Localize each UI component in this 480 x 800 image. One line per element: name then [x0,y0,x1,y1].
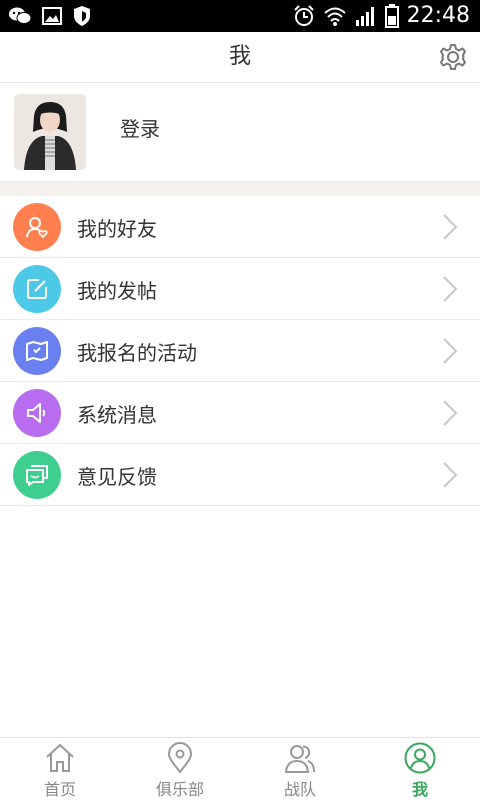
login-link[interactable]: 登录 [120,113,160,142]
friend-icon [13,203,61,251]
map-icon [13,327,61,375]
user-icon [404,742,436,774]
image-icon [42,7,62,25]
feedback-icon [13,451,61,499]
tab-club[interactable]: 俱乐部 [120,738,240,800]
menu-item-label: 系统消息 [77,403,157,427]
tab-label: 我 [411,780,428,799]
tab-label: 战队 [283,780,316,799]
menu-item-activities[interactable]: 我报名的活动 [0,320,480,382]
tab-label: 首页 [43,780,76,799]
signal-icon [355,7,374,26]
tab-home[interactable]: 首页 [0,738,120,800]
edit-icon [13,265,61,313]
menu-list: 我的好友 我的发帖 我报名的活动 系统消息 意见反馈 [0,196,480,506]
chevron-right-icon [443,400,458,426]
chevron-right-icon [443,462,458,488]
chevron-right-icon [443,276,458,302]
home-icon [46,743,74,772]
bottom-tab-bar: 首页 俱乐部 战队 我 [0,737,480,800]
chevron-right-icon [443,214,458,240]
menu-item-friends[interactable]: 我的好友 [0,196,480,258]
clock: 22:48 [406,3,470,28]
team-icon [284,745,315,773]
menu-item-label: 我的发帖 [77,279,157,303]
page-title: 我 [228,44,251,69]
menu-item-system-messages[interactable]: 系统消息 [0,382,480,444]
tab-label: 俱乐部 [155,780,204,799]
top-bar: 我 [0,32,480,83]
shield-icon [74,6,90,26]
alarm-icon [293,5,314,26]
menu-item-label: 意见反馈 [77,465,157,489]
menu-item-posts[interactable]: 我的发帖 [0,258,480,320]
wechat-icon [9,7,32,24]
battery-icon [384,4,399,28]
tab-team[interactable]: 战队 [240,738,360,800]
wifi-icon [323,7,346,26]
profile-header[interactable]: 登录 [0,83,480,181]
section-divider [0,181,480,197]
avatar[interactable] [14,94,86,170]
menu-item-label: 我报名的活动 [77,341,197,365]
location-icon [167,742,193,774]
status-bar: 22:48 [0,0,480,32]
tab-me[interactable]: 我 [360,738,480,800]
menu-item-feedback[interactable]: 意见反馈 [0,444,480,506]
gear-icon[interactable] [438,42,468,72]
menu-item-label: 我的好友 [77,217,157,241]
speaker-icon [13,389,61,437]
chevron-right-icon [443,338,458,364]
